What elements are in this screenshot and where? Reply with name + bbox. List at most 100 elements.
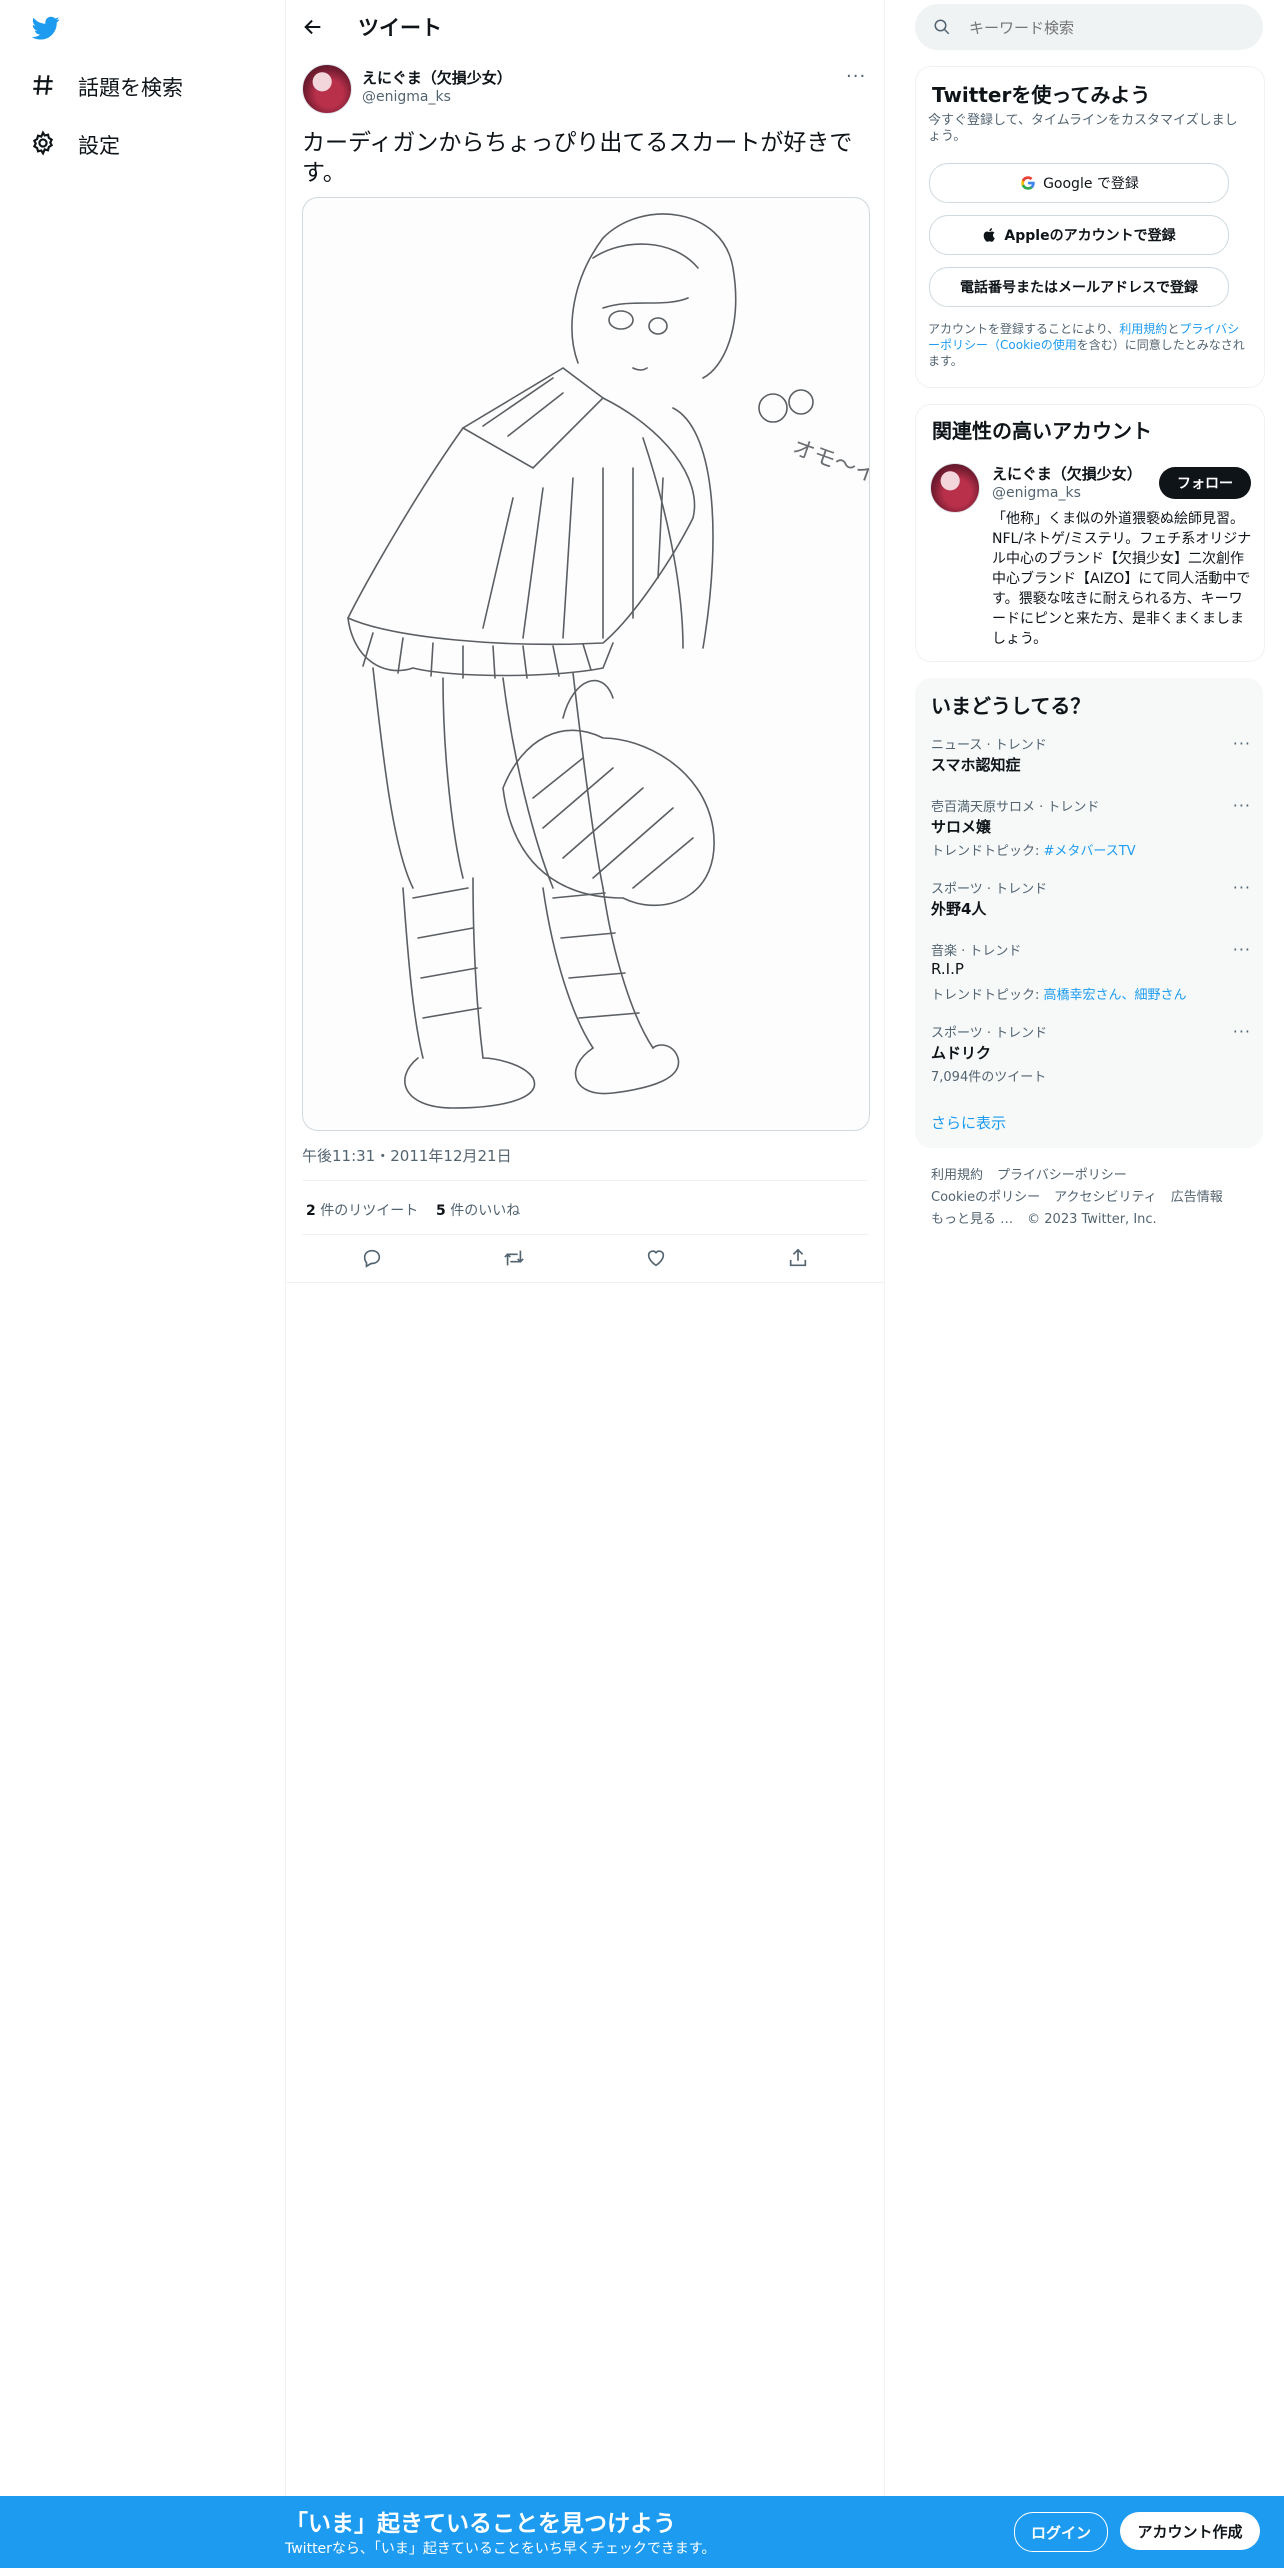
likes-stat[interactable]: 5 件のいいね (436, 1200, 520, 1220)
signup-subtitle: 今すぐ登録して、タイムラインをカスタマイズしましょう。 (928, 113, 1238, 144)
divider (302, 1180, 868, 1181)
follow-button[interactable]: フォロー (1159, 467, 1251, 499)
trend-item[interactable]: 壱百満天原サロメ · トレンド サロメ嬢 トレンドトピック: #メタバースTV … (915, 796, 1263, 862)
nav-explore-label: 話題を検索 (78, 76, 183, 100)
trend-category: 壱百満天原サロメ · トレンド (931, 800, 1100, 815)
footer-more[interactable]: もっと見る … (931, 1212, 1013, 1227)
signup-terms: アカウントを登録することにより、利用規約とプライバシーポリシー（Cookieの使… (928, 321, 1250, 369)
relevant-avatar[interactable] (930, 463, 980, 513)
likes-count: 5 (436, 1203, 446, 1219)
terms-and: と (1167, 322, 1180, 336)
more-icon[interactable]: ··· (1233, 796, 1251, 815)
trend-name: サロメ嬢 (931, 818, 992, 836)
show-more-link[interactable]: さらに表示 (931, 1112, 1006, 1133)
trend-category: スポーツ · トレンド (931, 1026, 1048, 1041)
phone-email-signup-label: 電話番号またはメールアドレスで登録 (960, 280, 1198, 296)
divider (302, 1234, 868, 1235)
share-icon[interactable] (778, 1238, 818, 1278)
relevant-accounts-card: 関連性の高いアカウント えにぐま（欠損少女） @enigma_ks フォロー 「… (915, 404, 1265, 662)
trend-name: ムドリク (931, 1044, 992, 1062)
apple-signup-button[interactable]: Appleのアカウントで登録 (929, 215, 1229, 255)
more-icon[interactable]: ··· (1233, 1022, 1251, 1041)
divider-right (884, 0, 885, 2568)
bottom-signup-bar: 「いま」起きていることを見つけよう Twitterなら、「いま」起きていることを… (0, 2496, 1284, 2568)
back-arrow-icon[interactable] (302, 12, 334, 42)
signup-card: Twitterを使ってみよう 今すぐ登録して、タイムラインをカスタマイズしましょ… (915, 66, 1265, 388)
login-button[interactable]: ログイン (1014, 2512, 1108, 2552)
trend-item[interactable]: スポーツ · トレンド ムドリク 7,094件のツイート ··· (915, 1022, 1263, 1088)
relevant-bio: 「他称」くま似の外道猥褻ぬ絵師見習。NFL/ネトゲ/ミステリ。フェチ系オリジナル… (992, 511, 1252, 647)
retweets-count: 2 (306, 1203, 316, 1219)
trend-item[interactable]: ニュース · トレンド スマホ認知症 ··· (915, 734, 1263, 794)
apple-signup-label: Appleのアカウントで登録 (1004, 228, 1176, 244)
search-box[interactable] (915, 4, 1263, 50)
search-icon (933, 18, 951, 40)
gear-icon (30, 130, 56, 160)
author-handle[interactable]: @enigma_ks (362, 89, 451, 105)
main-column: ツイート えにぐま（欠損少女） @enigma_ks ··· カーディガンからち… (286, 0, 884, 2500)
trend-item[interactable]: スポーツ · トレンド 外野4人 ··· (915, 878, 1263, 938)
left-nav: 話題を検索 設定 (0, 0, 285, 2568)
trend-sub-link[interactable]: 高橋幸宏さん、細野さん (1044, 988, 1187, 1003)
nav-settings[interactable]: 設定 (30, 120, 120, 170)
relevant-handle[interactable]: @enigma_ks (992, 485, 1081, 501)
trend-sub-prefix: トレンドトピック: (931, 988, 1044, 1003)
retweets-stat[interactable]: 2 件のリツイート (306, 1200, 418, 1220)
more-icon[interactable]: ··· (1233, 878, 1251, 897)
tweet-timestamp[interactable]: 午後11:31・2011年12月21日 (302, 1145, 512, 1166)
more-icon[interactable]: ··· (846, 66, 866, 87)
twitter-logo-icon[interactable] (30, 14, 62, 42)
trend-name: 外野4人 (931, 900, 987, 918)
trend-name: スマホ認知症 (931, 756, 1021, 774)
terms-link[interactable]: 利用規約 (1119, 322, 1167, 336)
google-icon (1019, 174, 1037, 192)
phone-email-signup-button[interactable]: 電話番号またはメールアドレスで登録 (929, 267, 1229, 307)
trend-subtitle: トレンドトピック: 高橋幸宏さん、細野さん (931, 984, 1187, 1003)
more-icon[interactable]: ··· (1233, 734, 1251, 753)
apple-icon (982, 226, 998, 244)
google-signup-button[interactable]: Google で登録 (929, 163, 1229, 203)
signup-title: Twitterを使ってみよう (932, 83, 1151, 107)
footer-accessibility[interactable]: アクセシビリティ (1054, 1190, 1157, 1205)
likes-label: 件のいいね (445, 1203, 521, 1219)
relevant-name[interactable]: えにぐま（欠損少女） (992, 463, 1142, 484)
footer-privacy[interactable]: プライバシーポリシー (997, 1168, 1127, 1183)
nav-explore[interactable]: 話題を検索 (30, 62, 183, 112)
reply-icon[interactable] (352, 1238, 392, 1278)
footer-ads[interactable]: 広告情報 (1171, 1190, 1223, 1205)
create-account-button[interactable]: アカウント作成 (1120, 2512, 1260, 2550)
trend-name: R.I.P (931, 960, 964, 978)
relevant-title: 関連性の高いアカウント (932, 419, 1152, 443)
footer-cookie[interactable]: Cookieのポリシー (931, 1190, 1040, 1205)
trend-item[interactable]: 音楽 · トレンド R.I.P トレンドトピック: 高橋幸宏さん、細野さん ··… (915, 940, 1263, 1006)
trends-title: いまどうしてる？ (931, 694, 1091, 718)
search-input[interactable] (967, 12, 1251, 44)
nav-settings-label: 設定 (78, 134, 120, 158)
trend-sub-prefix: トレンドトピック: (931, 844, 1044, 859)
trend-category: ニュース · トレンド (931, 738, 1047, 753)
footer-copyright: © 2023 Twitter, Inc. (1027, 1212, 1157, 1227)
trend-sub-link[interactable]: #メタバースTV (1044, 844, 1136, 859)
author-name[interactable]: えにぐま（欠損少女） (362, 67, 512, 88)
more-icon[interactable]: ··· (1233, 940, 1251, 959)
tweet-image[interactable]: オモ〜イ (302, 197, 870, 1131)
terms-prefix: アカウントを登録することにより、 (928, 322, 1120, 336)
google-signup-label: Google で登録 (1043, 176, 1139, 192)
trends-card: いまどうしてる？ ニュース · トレンド スマホ認知症 ··· 壱百満天原サロメ… (915, 678, 1263, 1148)
trend-tweet-count: 7,094件のツイート (931, 1070, 1047, 1085)
cookie-link[interactable]: （Cookieの使用 (988, 338, 1077, 352)
divider (286, 1282, 884, 1283)
trend-category: スポーツ · トレンド (931, 882, 1048, 897)
bottom-bar-title: 「いま」起きていることを見つけよう (285, 2511, 676, 2537)
bottom-bar-subtitle: Twitterなら、「いま」起きていることをいち早くチェックできます。 (285, 2541, 716, 2557)
retweets-label: 件のリツイート (315, 1203, 419, 1219)
footer-terms[interactable]: 利用規約 (931, 1168, 983, 1183)
author-avatar[interactable] (302, 64, 352, 114)
footer-links: 利用規約 プライバシーポリシー Cookieのポリシー アクセシビリティ 広告情報 も… (931, 1164, 1261, 1230)
image-doodle-text: オモ〜イ (789, 435, 869, 489)
like-icon[interactable] (636, 1238, 676, 1278)
hashtag-icon (30, 72, 56, 102)
retweet-icon[interactable] (494, 1238, 534, 1278)
trend-category: 音楽 · トレンド (931, 944, 1022, 959)
trend-subtitle: トレンドトピック: #メタバースTV (931, 840, 1136, 859)
